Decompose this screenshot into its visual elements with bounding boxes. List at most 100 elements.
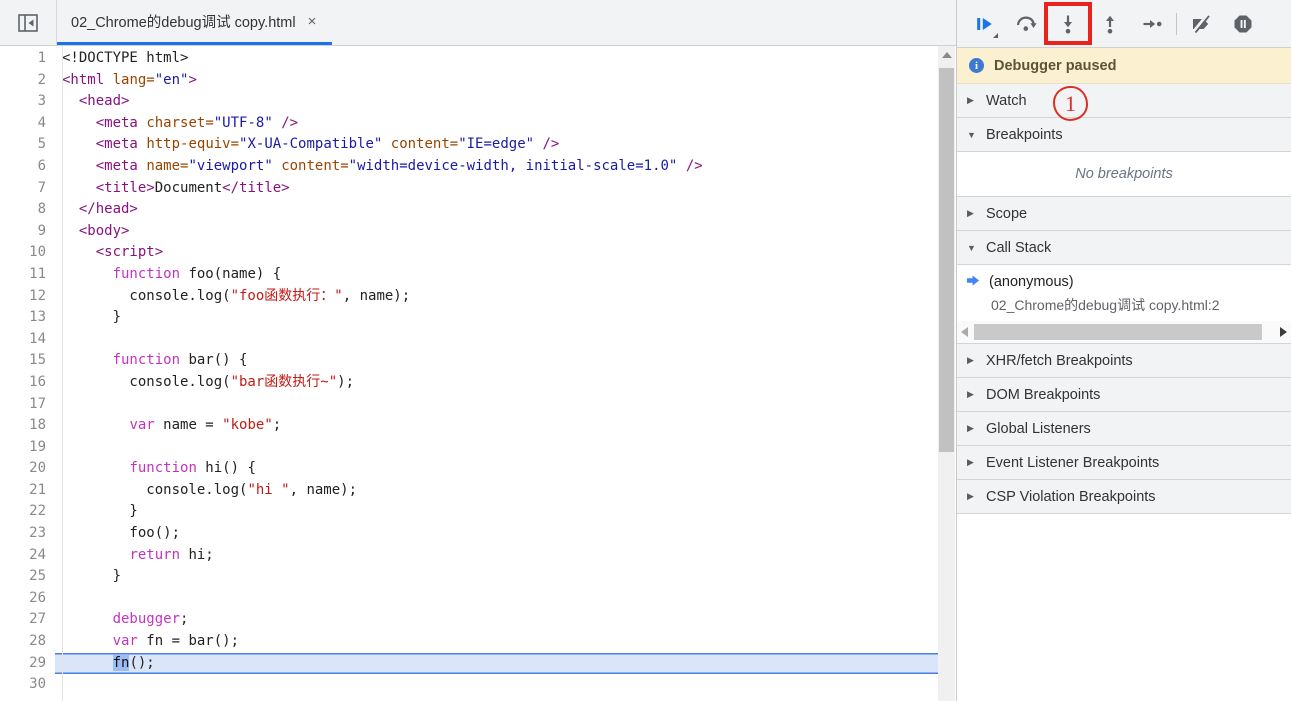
call-stack-frame[interactable]: (anonymous)	[957, 270, 1291, 294]
close-icon[interactable]: ×	[308, 14, 317, 29]
code-token: <script>	[96, 244, 163, 260]
scrollbar-thumb[interactable]	[974, 324, 1262, 340]
file-tab[interactable]: 02_Chrome的debug调试 copy.html ×	[57, 0, 332, 45]
deactivate-breakpoints-button[interactable]	[1180, 3, 1222, 45]
code-line-content[interactable]	[55, 674, 938, 696]
execution-line[interactable]: fn();	[55, 653, 938, 675]
resume-button[interactable]	[963, 3, 1005, 45]
debugger-paused-label: Debugger paused	[994, 58, 1116, 74]
code-line: 8 </head>	[0, 199, 938, 221]
code-line-content[interactable]: <title>Document</title>	[55, 178, 938, 200]
line-number[interactable]: 17	[0, 394, 55, 416]
line-number[interactable]: 22	[0, 501, 55, 523]
code-line-content[interactable]: <body>	[55, 221, 938, 243]
section-header-global-listeners[interactable]: ▶Global Listeners	[957, 412, 1291, 446]
code-line-content[interactable]: function hi() {	[55, 458, 938, 480]
code-line-content[interactable]: </head>	[55, 199, 938, 221]
frame-location[interactable]: 02_Chrome的debug调试 copy.html:2	[957, 294, 1291, 316]
scroll-right-arrow-icon[interactable]	[1280, 327, 1287, 337]
scroll-left-arrow-icon[interactable]	[961, 327, 968, 337]
line-number[interactable]: 26	[0, 588, 55, 610]
scrollbar-thumb[interactable]	[939, 68, 954, 452]
code-token: }	[62, 309, 121, 325]
line-number[interactable]: 24	[0, 545, 55, 567]
code-line-content[interactable]: foo();	[55, 523, 938, 545]
code-line-content[interactable]: <!DOCTYPE html>	[55, 48, 938, 70]
code-line-content[interactable]: console.log("bar函数执行~");	[55, 372, 938, 394]
line-number[interactable]: 7	[0, 178, 55, 200]
code-line-content[interactable]: debugger;	[55, 609, 938, 631]
line-number[interactable]: 1	[0, 48, 55, 70]
line-number[interactable]: 10	[0, 242, 55, 264]
code-line-content[interactable]: <meta http-equiv="X-UA-Compatible" conte…	[55, 134, 938, 156]
section-header-xhr-fetch-breakpoints[interactable]: ▶XHR/fetch Breakpoints	[957, 344, 1291, 378]
sidebar-filler	[957, 514, 1291, 701]
code-line-content[interactable]	[55, 329, 938, 351]
code-line-content[interactable]: <meta name="viewport" content="width=dev…	[55, 156, 938, 178]
code-line-content[interactable]: console.log("hi ", name);	[55, 480, 938, 502]
code-line-content[interactable]: <script>	[55, 242, 938, 264]
line-number[interactable]: 4	[0, 113, 55, 135]
line-number[interactable]: 18	[0, 415, 55, 437]
section-label: Call Stack	[986, 240, 1051, 256]
line-number[interactable]: 11	[0, 264, 55, 286]
code-line-content[interactable]: return hi;	[55, 545, 938, 567]
code-line-content[interactable]	[55, 588, 938, 610]
code-line-content[interactable]: }	[55, 307, 938, 329]
code-line-content[interactable]	[55, 437, 938, 459]
section-header-breakpoints[interactable]: ▼Breakpoints	[957, 118, 1291, 152]
code-line: 15 function bar() {	[0, 350, 938, 372]
line-number[interactable]: 6	[0, 156, 55, 178]
code-line-content[interactable]: function bar() {	[55, 350, 938, 372]
line-number[interactable]: 15	[0, 350, 55, 372]
call-stack-horizontal-scrollbar[interactable]	[957, 321, 1291, 344]
line-number[interactable]: 2	[0, 70, 55, 92]
line-number[interactable]: 3	[0, 91, 55, 113]
line-number[interactable]: 12	[0, 286, 55, 308]
code-line-content[interactable]: var name = "kobe";	[55, 415, 938, 437]
code-line-content[interactable]	[55, 394, 938, 416]
line-number[interactable]: 9	[0, 221, 55, 243]
line-number[interactable]: 30	[0, 674, 55, 696]
code-token	[62, 244, 96, 260]
section-header-call-stack[interactable]: ▼Call Stack	[957, 231, 1291, 265]
section-header-scope[interactable]: ▶Scope	[957, 197, 1291, 231]
line-number[interactable]: 20	[0, 458, 55, 480]
code-editor[interactable]: 1<!DOCTYPE html>2<html lang="en">3 <head…	[0, 46, 938, 701]
section-header-dom-breakpoints[interactable]: ▶DOM Breakpoints	[957, 378, 1291, 412]
line-number[interactable]: 25	[0, 566, 55, 588]
line-number[interactable]: 29	[0, 653, 55, 675]
line-number[interactable]: 8	[0, 199, 55, 221]
pause-on-exceptions-button[interactable]	[1222, 3, 1264, 45]
navigator-toggle-button[interactable]	[0, 0, 57, 45]
line-number[interactable]: 21	[0, 480, 55, 502]
code-line: 9 <body>	[0, 221, 938, 243]
line-number[interactable]: 5	[0, 134, 55, 156]
line-number[interactable]: 27	[0, 609, 55, 631]
code-token: debugger	[113, 611, 180, 627]
section-header-csp-violation-breakpoints[interactable]: ▶CSP Violation Breakpoints	[957, 480, 1291, 514]
section-header-watch[interactable]: ▶Watch	[957, 84, 1291, 118]
scrollbar-up-button[interactable]	[938, 46, 955, 63]
code-line-content[interactable]: <head>	[55, 91, 938, 113]
line-number[interactable]: 14	[0, 329, 55, 351]
step-button[interactable]	[1131, 3, 1173, 45]
code-line-content[interactable]: console.log("foo函数执行：", name);	[55, 286, 938, 308]
line-number[interactable]: 23	[0, 523, 55, 545]
code-token: <meta	[96, 158, 138, 174]
line-number[interactable]: 19	[0, 437, 55, 459]
editor-vertical-scrollbar[interactable]	[938, 46, 955, 701]
step-over-button[interactable]	[1005, 3, 1047, 45]
code-line-content[interactable]: <html lang="en">	[55, 70, 938, 92]
step-out-button[interactable]	[1089, 3, 1131, 45]
line-number[interactable]: 13	[0, 307, 55, 329]
line-number[interactable]: 16	[0, 372, 55, 394]
code-line-content[interactable]: var fn = bar();	[55, 631, 938, 653]
code-line-content[interactable]: }	[55, 501, 938, 523]
step-into-button[interactable]	[1047, 3, 1089, 45]
line-number[interactable]: 28	[0, 631, 55, 653]
code-line-content[interactable]: function foo(name) {	[55, 264, 938, 286]
code-line-content[interactable]: }	[55, 566, 938, 588]
section-header-event-listener-breakpoints[interactable]: ▶Event Listener Breakpoints	[957, 446, 1291, 480]
code-line-content[interactable]: <meta charset="UTF-8" />	[55, 113, 938, 135]
